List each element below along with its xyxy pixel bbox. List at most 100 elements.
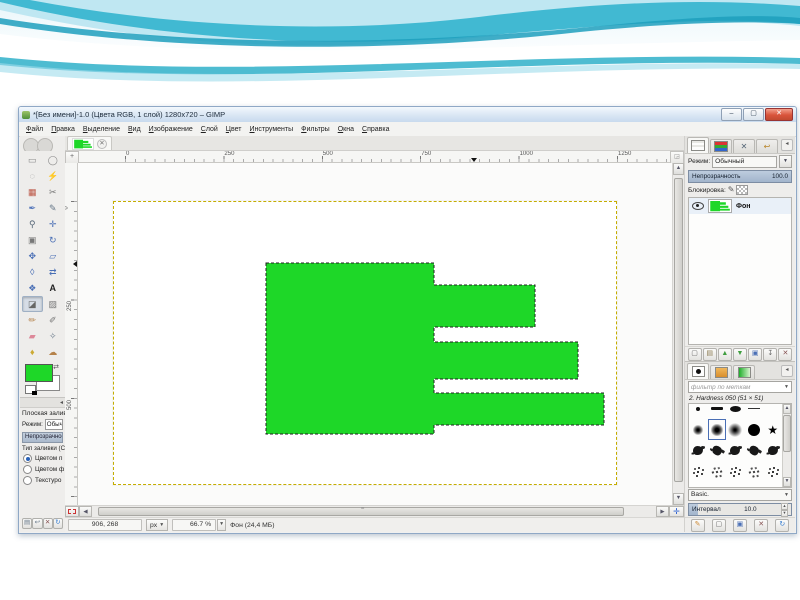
paths-tool-icon[interactable]: ✒ xyxy=(22,200,43,216)
layer-visibility-eye-icon[interactable] xyxy=(692,202,704,210)
rotate-tool-icon[interactable]: ↻ xyxy=(43,232,64,248)
color-picker-tool-icon[interactable]: ✎ xyxy=(43,200,64,216)
menu-item-6[interactable]: Цвет xyxy=(222,125,246,134)
brush-scroll-thumb[interactable] xyxy=(783,415,791,452)
delete-brush-button[interactable]: ✕ xyxy=(754,519,768,532)
scroll-up-icon[interactable]: ▲ xyxy=(783,404,791,414)
maximize-button[interactable]: ▢ xyxy=(743,108,764,121)
move-tool-icon[interactable]: ✛ xyxy=(43,216,64,232)
brush-cell-soft-sel[interactable] xyxy=(708,419,727,440)
brush-cell-star[interactable]: ★ xyxy=(763,419,782,440)
shear-tool-icon[interactable]: ▱ xyxy=(43,248,64,264)
image-tab-close-icon[interactable]: ✕ xyxy=(97,139,107,149)
horizontal-ruler[interactable]: 025050075010001250 xyxy=(79,151,670,163)
delete-options-button[interactable]: ✕ xyxy=(43,518,53,529)
unit-dropdown[interactable]: px▼ xyxy=(146,519,168,531)
brush-cell-chalk[interactable] xyxy=(689,482,708,488)
paintbrush-tool-icon[interactable]: ✐ xyxy=(43,312,64,328)
new-layer-button[interactable]: ▢ xyxy=(688,348,702,361)
menu-item-5[interactable]: Слой xyxy=(197,125,222,134)
menu-item-7[interactable]: Инструменты xyxy=(246,125,298,134)
clone-tool-icon[interactable]: ♦ xyxy=(22,344,43,360)
close-button[interactable]: ✕ xyxy=(765,108,793,121)
reset-options-button[interactable]: ↻ xyxy=(53,518,63,529)
mode-select[interactable]: Обычн xyxy=(45,419,63,430)
scroll-left-icon[interactable]: ◀ xyxy=(79,506,92,517)
layer-row[interactable]: Фон xyxy=(689,198,791,214)
dock-menu-button[interactable]: ◂ xyxy=(781,139,793,151)
tool-options-menu-button[interactable]: ◂ xyxy=(58,399,65,406)
menu-item-8[interactable]: Фильтры xyxy=(297,125,334,134)
foreground-color-swatch[interactable] xyxy=(25,364,53,382)
brush-filter-input[interactable]: фильтр по меткам ▼ xyxy=(688,381,792,393)
cage-transform-tool-icon[interactable]: ❖ xyxy=(22,280,43,296)
menu-item-4[interactable]: Изображение xyxy=(145,125,197,134)
brush-grid-scrollbar[interactable]: ▲ ▼ xyxy=(782,404,791,487)
scroll-down-icon[interactable]: ▼ xyxy=(783,477,791,487)
brush-cell-speck[interactable] xyxy=(763,461,782,482)
brush-cell-ellipse[interactable] xyxy=(726,403,745,419)
default-colors-icon[interactable] xyxy=(25,385,36,394)
perspective-tool-icon[interactable]: ◊ xyxy=(22,264,43,280)
brush-cell-chalk[interactable] xyxy=(726,482,745,488)
tab-channels[interactable] xyxy=(710,139,732,153)
brush-cell-solid[interactable] xyxy=(745,419,764,440)
free-select-tool-icon[interactable]: ◌ xyxy=(22,168,43,184)
layer-mode-select[interactable]: Обычный xyxy=(712,156,777,168)
tab-patterns[interactable] xyxy=(710,365,732,379)
menu-item-9[interactable]: Окна xyxy=(334,125,358,134)
crop-tool-icon[interactable]: ▣ xyxy=(22,232,43,248)
brush-cell-chalk2[interactable] xyxy=(745,482,764,488)
scroll-right-icon[interactable]: ▶ xyxy=(656,506,669,517)
lock-alpha-icon[interactable] xyxy=(736,185,748,195)
raise-layer-button[interactable]: ▲ xyxy=(718,348,732,361)
zoom-tool-icon[interactable]: ⚲ xyxy=(22,216,43,232)
lower-layer-button[interactable]: ▼ xyxy=(733,348,747,361)
tab-undo-history[interactable]: ↩ xyxy=(756,139,778,153)
menu-item-0[interactable]: Файл xyxy=(22,125,47,134)
brush-cell-line[interactable] xyxy=(745,403,764,419)
brush-cell-splat[interactable] xyxy=(763,440,782,461)
tab-paths[interactable]: ✕ xyxy=(733,139,755,153)
menu-item-10[interactable]: Справка xyxy=(358,125,393,134)
pencil-tool-icon[interactable]: ✏ xyxy=(22,312,43,328)
menu-item-2[interactable]: Выделение xyxy=(79,125,124,134)
brush-cell-bar[interactable] xyxy=(708,403,727,419)
scroll-down-icon[interactable]: ▼ xyxy=(673,493,684,505)
spacing-spinner[interactable]: ▲▼ xyxy=(781,503,788,517)
brush-cell-blank[interactable] xyxy=(763,403,782,419)
fg-bg-color-area[interactable]: ⇄ xyxy=(24,363,61,395)
menu-item-1[interactable]: Правка xyxy=(47,125,79,134)
text-tool-icon[interactable]: A xyxy=(43,280,64,296)
bucket-fill-tool-icon[interactable]: ◪ xyxy=(22,296,43,312)
fuzzy-select-tool-icon[interactable]: ⚡ xyxy=(43,168,64,184)
ellipse-select-tool-icon[interactable]: ◯ xyxy=(43,152,64,168)
brush-cell-splat2[interactable] xyxy=(708,440,727,461)
tab-gradients[interactable] xyxy=(733,365,755,379)
brush-cell-chalk[interactable] xyxy=(763,482,782,488)
tab-layers[interactable] xyxy=(687,137,709,153)
brush-cell-soft-big[interactable] xyxy=(726,419,745,440)
vertical-scroll-thumb[interactable] xyxy=(674,178,683,482)
layer-mode-dropdown-button[interactable]: ▼ xyxy=(779,155,792,168)
brush-preset-select[interactable]: Basic. ▼ xyxy=(688,489,792,501)
swap-colors-icon[interactable]: ⇄ xyxy=(53,363,59,371)
flip-tool-icon[interactable]: ⇄ xyxy=(43,264,64,280)
brush-cell-chalk2[interactable] xyxy=(708,482,727,488)
fill-type-radio-0[interactable]: Цветом п xyxy=(20,453,65,464)
eraser-tool-icon[interactable]: ▰ xyxy=(22,328,43,344)
brush-cell-soft[interactable] xyxy=(689,419,708,440)
navigation-button[interactable]: ✛ xyxy=(669,506,684,517)
layer-opacity-slider[interactable]: Непрозрачность 100.0 xyxy=(688,170,792,183)
fill-type-radio-1[interactable]: Цветом ф xyxy=(20,464,65,475)
brush-cell-dot[interactable] xyxy=(689,403,708,419)
duplicate-layer-button[interactable]: ▣ xyxy=(748,348,762,361)
title-bar[interactable]: *[Без имени]-1.0 (Цвета RGB, 1 слой) 128… xyxy=(19,107,796,123)
image-tab[interactable]: ✕ xyxy=(67,136,112,150)
quick-mask-toggle[interactable] xyxy=(65,506,79,517)
refresh-brushes-button[interactable]: ↻ xyxy=(775,519,789,532)
lock-pixels-icon[interactable]: ✎ xyxy=(728,186,735,194)
scissors-select-tool-icon[interactable]: ✂ xyxy=(43,184,64,200)
canvas-viewport[interactable] xyxy=(78,163,672,505)
brush-cell-splat[interactable] xyxy=(726,440,745,461)
